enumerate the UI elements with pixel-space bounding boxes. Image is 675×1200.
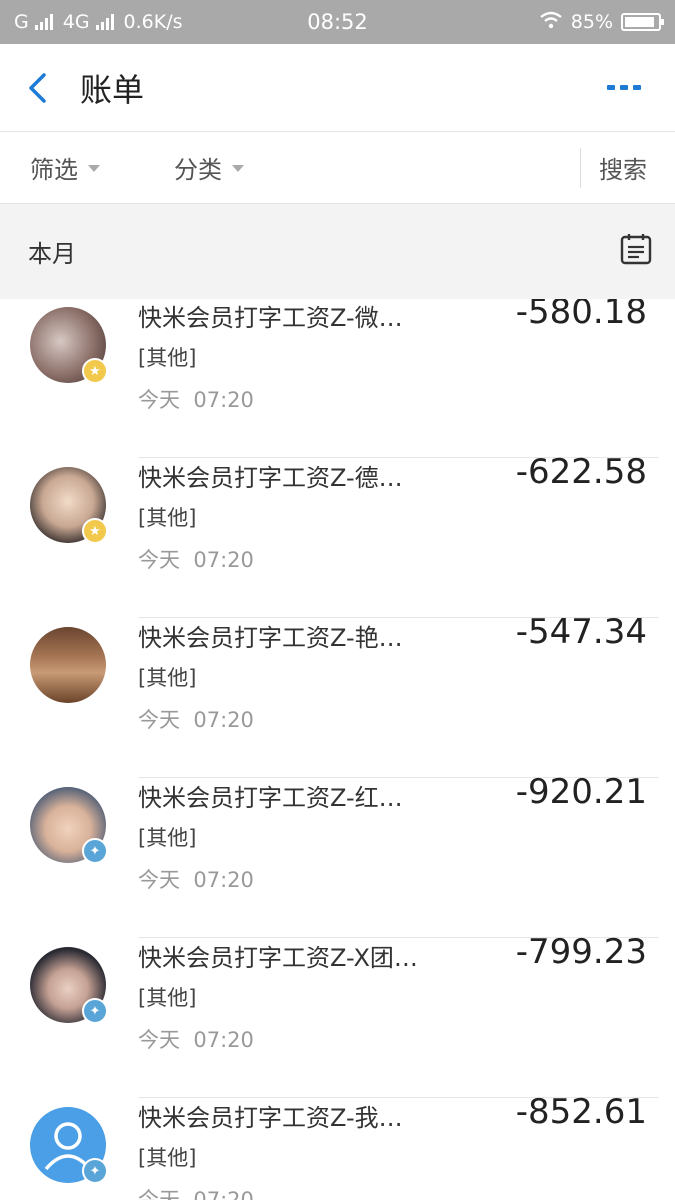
transaction-time: 今天 07:20 — [138, 388, 254, 412]
transaction-category: [其他] — [138, 506, 197, 530]
transaction-amount: -920.21 — [515, 772, 647, 812]
list-item[interactable]: ★ 快米会员打字工资Z-德… [其他] 今天 07:20 -622.58 — [0, 452, 675, 618]
status-left: G 4G 0.6K/s — [14, 11, 230, 33]
month-label: 本月 — [28, 240, 76, 268]
wifi-icon — [539, 11, 563, 34]
avatar — [30, 627, 106, 703]
month-header: 本月 — [0, 204, 675, 299]
transaction-category: [其他] — [138, 346, 197, 370]
transaction-time: 今天 07:20 — [138, 868, 254, 892]
list-item[interactable]: ✦ 快米会员打字工资Z-红… [其他] 今天 07:20 -920.21 — [0, 772, 675, 938]
star-badge-icon: ★ — [82, 358, 108, 384]
caret-down-icon — [88, 165, 100, 172]
filter-dropdown[interactable]: 筛选 — [30, 150, 100, 185]
chevron-left-icon[interactable] — [26, 68, 66, 108]
network-speed: 0.6K/s — [123, 11, 183, 33]
transaction-amount: -547.34 — [515, 612, 647, 652]
list-item[interactable]: ✦ 快米会员打字工资Z-我… [其他] 今天 07:20 -852.61 — [0, 1092, 675, 1200]
transaction-title: 快米会员打字工资Z-X团… — [138, 944, 418, 972]
status-right: 85% — [445, 11, 665, 34]
signal-icon — [95, 14, 114, 30]
transaction-time: 今天 07:20 — [138, 548, 254, 572]
transaction-amount: -622.58 — [515, 452, 647, 492]
list-item[interactable]: ★ 快米会员打字工资Z-微… [其他] 今天 07:20 -580.18 — [0, 299, 675, 458]
transaction-amount: -852.61 — [515, 1092, 647, 1132]
transaction-title: 快米会员打字工资Z-微… — [138, 304, 403, 332]
transaction-time: 今天 07:20 — [138, 1188, 254, 1200]
category-dropdown[interactable]: 分类 — [174, 150, 244, 185]
network-label: 4G — [62, 11, 90, 33]
transaction-category: [其他] — [138, 986, 197, 1010]
transaction-title: 快米会员打字工资Z-艳… — [138, 624, 403, 652]
verified-badge-icon: ✦ — [82, 1158, 108, 1184]
transaction-title: 快米会员打字工资Z-红… — [138, 784, 403, 812]
search-button[interactable]: 搜索 — [580, 147, 675, 188]
transaction-category: [其他] — [138, 826, 197, 850]
clock: 08:52 — [307, 10, 368, 34]
transaction-title: 快米会员打字工资Z-德… — [138, 464, 403, 492]
battery-percent: 85% — [570, 11, 614, 33]
transaction-category: [其他] — [138, 666, 197, 690]
list-item[interactable]: 快米会员打字工资Z-艳… [其他] 今天 07:20 -547.34 — [0, 612, 675, 778]
nav-bar: 账单 — [0, 44, 675, 132]
verified-badge-icon: ✦ — [82, 838, 108, 864]
transaction-time: 今天 07:20 — [138, 1028, 254, 1052]
calendar-bill-icon[interactable] — [619, 232, 653, 272]
status-bar: G 4G 0.6K/s 08:52 85% — [0, 0, 675, 44]
transaction-category: [其他] — [138, 1146, 197, 1170]
category-label: 分类 — [174, 156, 222, 184]
transaction-time: 今天 07:20 — [138, 708, 254, 732]
signal-label: G — [14, 11, 29, 33]
list-item[interactable]: ✦ 快米会员打字工资Z-X团… [其他] 今天 07:20 -799.23 — [0, 932, 675, 1098]
transaction-amount: -580.18 — [515, 299, 647, 332]
verified-badge-icon: ✦ — [82, 998, 108, 1024]
page-title: 账单 — [80, 70, 145, 109]
transaction-title: 快米会员打字工资Z-我… — [138, 1104, 403, 1132]
transaction-amount: -799.23 — [515, 932, 647, 972]
signal-icon — [34, 14, 53, 30]
more-icon[interactable] — [607, 85, 641, 90]
battery-icon — [621, 13, 665, 31]
star-badge-icon: ★ — [82, 518, 108, 544]
transaction-list: ★ 快米会员打字工资Z-微… [其他] 今天 07:20 -580.18 ★ 快… — [0, 299, 675, 1200]
filter-bar: 筛选 分类 搜索 — [0, 132, 675, 204]
caret-down-icon — [232, 165, 244, 172]
filter-label: 筛选 — [30, 156, 78, 184]
